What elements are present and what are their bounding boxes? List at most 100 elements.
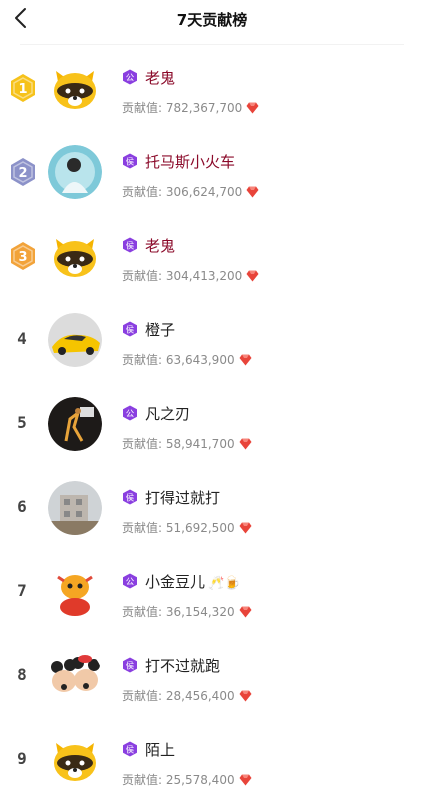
rank-badge-icon: 公 [122, 405, 138, 421]
user-name[interactable]: 橙子 [145, 319, 175, 340]
contribution-label: 贡献值: [122, 269, 163, 283]
contribution-number: 28,456,400 [165, 689, 235, 703]
svg-text:2: 2 [18, 166, 27, 181]
raccoon-avatar[interactable] [48, 61, 102, 115]
contribution-label: 贡献值: [122, 353, 163, 367]
user-name-text: 陌上 [145, 741, 176, 759]
ranking-row[interactable]: 4 侯 橙子 贡献值: 63,643,900 [0, 299, 424, 383]
rank-badge-icon: 侯 [122, 489, 138, 505]
svg-text:侯: 侯 [126, 158, 135, 168]
svg-text:侯: 侯 [126, 746, 135, 756]
contribution-value: 贡献值: 306,624,700 [122, 183, 259, 200]
contribution-value: 贡献值: 63,643,900 [122, 351, 252, 368]
divider [20, 44, 404, 45]
rank-medal-icon: 2 [8, 157, 38, 187]
contribution-value: 贡献值: 58,941,700 [122, 435, 252, 452]
singer-avatar[interactable] [48, 145, 102, 199]
contribution-value: 贡献值: 51,692,500 [122, 519, 252, 536]
svg-text:侯: 侯 [126, 242, 135, 252]
contribution-label: 贡献值: [122, 185, 163, 199]
user-name[interactable]: 小金豆儿 🥂🍺 [145, 571, 240, 592]
user-name[interactable]: 托马斯小火车 [145, 151, 235, 172]
raccoon-avatar[interactable] [48, 229, 102, 283]
user-name-text: 打得过就打 [145, 489, 221, 507]
ranking-row[interactable]: 2 侯 托马斯小火车 贡献值: 306,624,700 [0, 131, 424, 215]
svg-text:3: 3 [18, 250, 27, 265]
user-name-text: 托马斯小火车 [145, 153, 236, 171]
rank-badge-icon: 侯 [122, 321, 138, 337]
contribution-label: 贡献值: [122, 521, 163, 535]
raccoon-avatar[interactable] [48, 733, 102, 787]
contribution-value: 贡献值: 304,413,200 [122, 267, 259, 284]
rank-badge-icon: 侯 [122, 237, 138, 253]
diamond-icon [239, 690, 252, 702]
ranking-list: 1 公 老鬼 贡献值: 782,367,700 2 侯 托马斯小火车 贡献值: … [0, 47, 424, 803]
diamond-icon [246, 186, 259, 198]
rank-number: 5 [17, 413, 27, 432]
ranking-row[interactable]: 9 侯 陌上 贡献值: 25,578,400 [0, 719, 424, 803]
contribution-label: 贡献值: [122, 101, 163, 115]
svg-text:侯: 侯 [126, 662, 135, 672]
svg-text:1: 1 [18, 82, 27, 97]
user-name[interactable]: 打得过就打 [145, 487, 220, 508]
diamond-icon [239, 522, 252, 534]
user-name-text: 小金豆儿 [145, 573, 206, 591]
rank-number: 6 [17, 497, 27, 516]
emoji: 🥂🍺 [208, 576, 241, 591]
rank-number: 7 [17, 581, 27, 600]
diamond-icon [239, 774, 252, 786]
contribution-label: 贡献值: [122, 773, 163, 787]
rank-badge-icon: 公 [122, 69, 138, 85]
mickey-minnie-avatar[interactable] [48, 649, 102, 703]
contribution-number: 25,578,400 [165, 773, 235, 787]
rank-number: 9 [17, 749, 27, 768]
contribution-number: 304,413,200 [165, 269, 243, 283]
ranking-row[interactable]: 7 公 小金豆儿 🥂🍺 贡献值: 36,154,320 [0, 551, 424, 635]
ranking-row[interactable]: 8 侯 打不过就跑 贡献值: 28,456,400 [0, 635, 424, 719]
diamond-icon [239, 438, 252, 450]
rank-badge-icon: 侯 [122, 741, 138, 757]
contribution-label: 贡献值: [122, 689, 163, 703]
header-bar: 7天贡献榜 [0, 0, 424, 40]
ranking-row[interactable]: 3 侯 老鬼 贡献值: 304,413,200 [0, 215, 424, 299]
user-name-text: 打不过就跑 [145, 657, 221, 675]
rank-number: 8 [17, 665, 27, 684]
rank-badge-icon: 侯 [122, 657, 138, 673]
diamond-icon [239, 606, 252, 618]
cartoon-cow-avatar[interactable] [48, 565, 102, 619]
ranking-row[interactable]: 1 公 老鬼 贡献值: 782,367,700 [0, 47, 424, 131]
rank-medal-icon: 1 [8, 73, 38, 103]
user-name-text: 凡之刃 [145, 405, 191, 423]
rank-medal-icon: 3 [8, 241, 38, 271]
contribution-value: 贡献值: 28,456,400 [122, 687, 252, 704]
contribution-value: 贡献值: 36,154,320 [122, 603, 252, 620]
user-name-text: 老鬼 [145, 69, 176, 87]
user-name[interactable]: 陌上 [145, 739, 175, 760]
svg-text:侯: 侯 [126, 494, 135, 504]
building-avatar[interactable] [48, 481, 102, 535]
ranking-row[interactable]: 5 公 凡之刃 贡献值: 58,941,700 [0, 383, 424, 467]
rank-badge-icon: 侯 [122, 153, 138, 169]
diamond-icon [246, 102, 259, 114]
contribution-number: 63,643,900 [165, 353, 235, 367]
user-name[interactable]: 老鬼 [145, 235, 175, 256]
svg-text:侯: 侯 [126, 326, 135, 336]
svg-text:公: 公 [126, 410, 135, 420]
contribution-number: 306,624,700 [165, 185, 243, 199]
contribution-number: 782,367,700 [165, 101, 243, 115]
contribution-value: 贡献值: 782,367,700 [122, 99, 259, 116]
svg-text:公: 公 [126, 578, 135, 588]
yellow-car-avatar[interactable] [48, 313, 102, 367]
rank-badge-icon: 公 [122, 573, 138, 589]
user-name-text: 老鬼 [145, 237, 176, 255]
ranking-row[interactable]: 6 侯 打得过就打 贡献值: 51,692,500 [0, 467, 424, 551]
user-name[interactable]: 打不过就跑 [145, 655, 220, 676]
user-name-text: 橙子 [145, 321, 176, 339]
rank-number: 4 [17, 329, 27, 348]
svg-text:公: 公 [126, 74, 135, 84]
user-name[interactable]: 老鬼 [145, 67, 175, 88]
contribution-value: 贡献值: 25,578,400 [122, 771, 252, 788]
basketball-avatar[interactable] [48, 397, 102, 451]
user-name[interactable]: 凡之刃 [145, 403, 190, 424]
contribution-number: 58,941,700 [165, 437, 235, 451]
